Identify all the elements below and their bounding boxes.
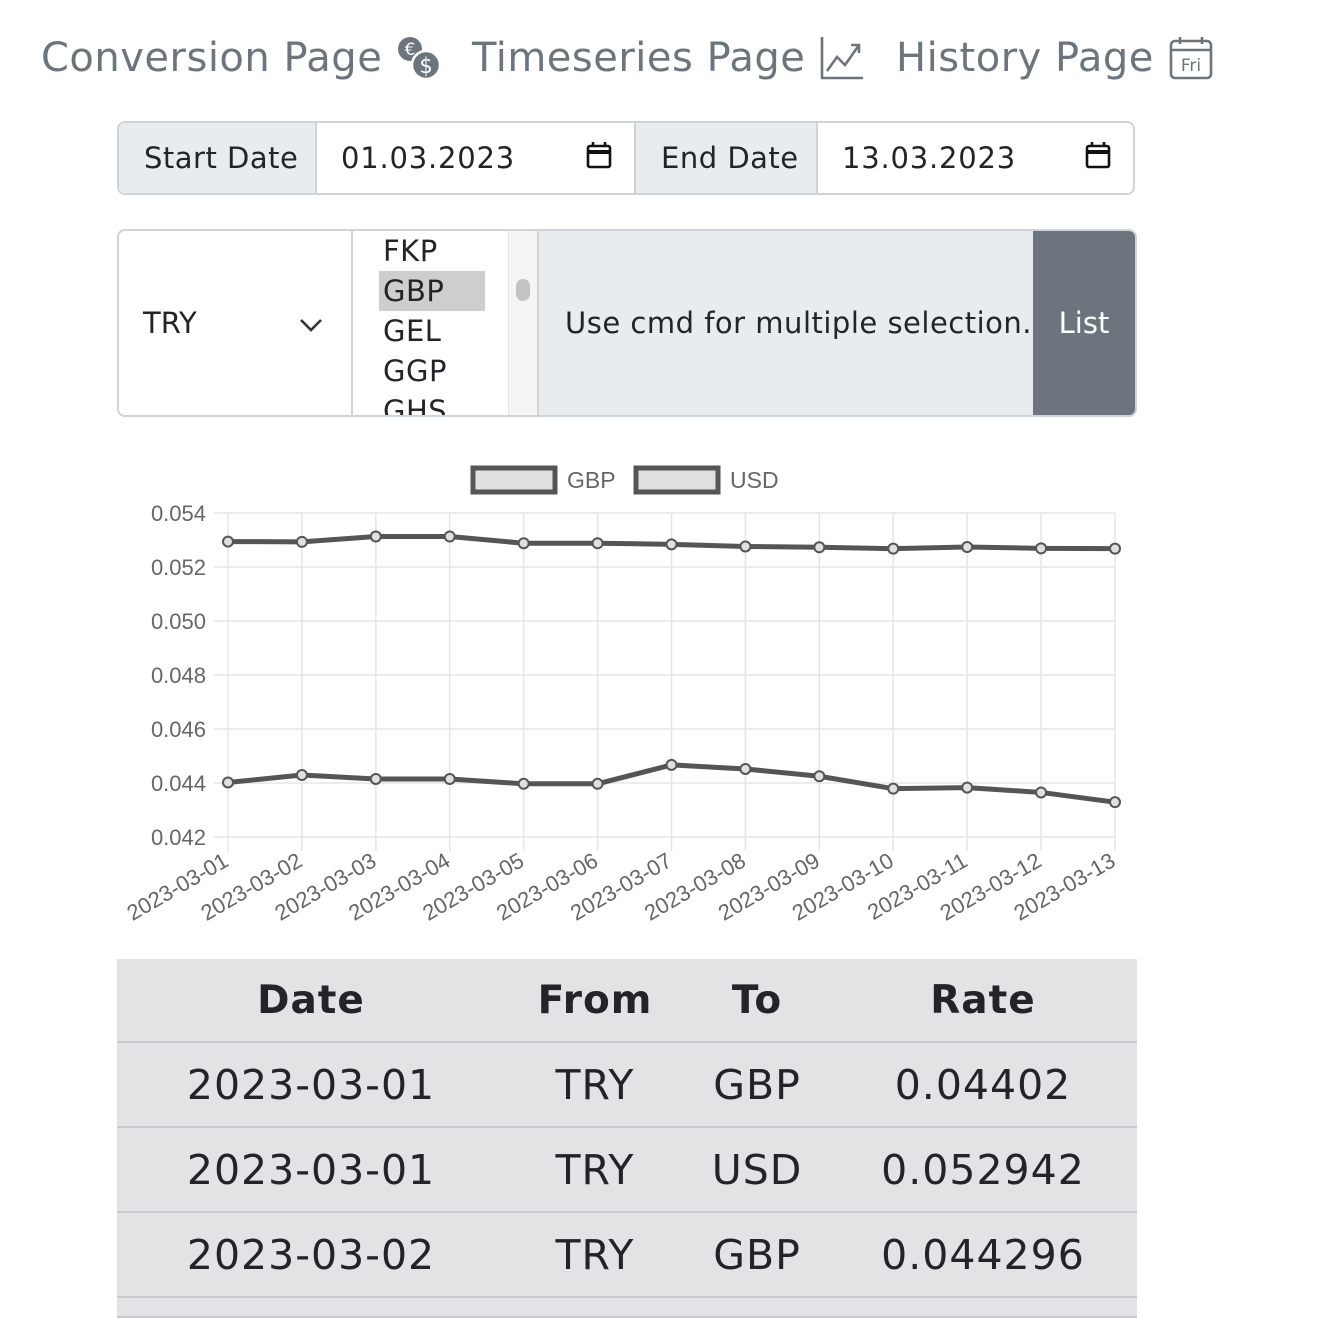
end-date-input[interactable]: 13.03.2023 <box>818 123 1133 193</box>
timeseries-chart: 0.0540.0520.0500.0480.0460.0440.0422023-… <box>123 465 1121 926</box>
cell-from: TRY <box>555 1145 635 1194</box>
table-row: 2023-03-01 TRY GBP 0.04402 <box>117 1043 1137 1128</box>
y-tick-label: 0.042 <box>151 825 206 850</box>
graph-up-icon <box>819 35 865 81</box>
chevron-down-icon <box>299 306 323 340</box>
currency-option[interactable]: GEL <box>379 311 485 351</box>
cell-to: USD <box>711 1145 803 1194</box>
nav-history-label: History Page <box>896 35 1154 81</box>
data-point-gbp <box>961 781 974 794</box>
data-point-gbp <box>665 758 678 771</box>
data-point-gbp <box>295 769 308 782</box>
multiselect-hint: Use cmd for multiple selection. <box>539 231 1033 415</box>
date-range-group: Start Date 01.03.2023 End Date 13.03.202… <box>117 121 1135 195</box>
y-tick-label: 0.054 <box>151 501 206 526</box>
nav-timeseries-label: Timeseries Page <box>472 35 806 81</box>
legend-swatch-usd <box>633 465 721 495</box>
calendar-icon[interactable] <box>586 141 612 176</box>
data-point-gbp <box>591 777 604 790</box>
data-point-gbp <box>1109 796 1121 809</box>
nav-conversion-label: Conversion Page <box>41 35 383 81</box>
scrollbar-thumb[interactable] <box>516 279 530 301</box>
y-tick-label: 0.052 <box>151 555 206 580</box>
table-row-partial <box>117 1298 1137 1318</box>
start-date-label: Start Date <box>119 123 317 193</box>
data-point-usd <box>222 535 234 548</box>
currency-option[interactable]: GGP <box>379 351 485 391</box>
header-from: From <box>537 977 653 1023</box>
calendar-week-icon: Fri <box>1168 35 1214 81</box>
end-date-label: End Date <box>636 123 818 193</box>
data-point-usd <box>1109 542 1121 555</box>
header-rate: Rate <box>930 977 1036 1023</box>
data-point-usd <box>961 541 974 554</box>
nav-conversion-page[interactable]: Conversion Page € $ <box>41 30 442 86</box>
currency-selection-group: TRY FKP GBP GEL GGP GHS Use cmd for mult… <box>117 229 1137 417</box>
y-tick-label: 0.050 <box>151 609 206 634</box>
data-point-usd <box>813 541 826 554</box>
legend-label-gbp: GBP <box>567 467 616 493</box>
start-date-value: 01.03.2023 <box>341 141 516 175</box>
currency-exchange-icon: € $ <box>396 35 442 81</box>
data-point-usd <box>517 537 530 550</box>
currency-option[interactable]: FKP <box>379 231 485 271</box>
cell-rate: 0.04402 <box>894 1060 1072 1109</box>
calendar-day-text: Fri <box>1181 56 1201 76</box>
data-point-gbp <box>739 762 752 775</box>
data-point-usd <box>665 538 678 551</box>
y-tick-label: 0.048 <box>151 663 206 688</box>
base-currency-value: TRY <box>143 306 197 340</box>
header-date: Date <box>257 977 365 1023</box>
cell-from: TRY <box>555 1060 635 1109</box>
cell-to: GBP <box>713 1060 801 1109</box>
data-point-gbp <box>517 777 530 790</box>
table-row: 2023-03-01 TRY USD 0.052942 <box>117 1128 1137 1213</box>
target-currency-multiselect[interactable]: FKP GBP GEL GGP GHS <box>353 231 539 415</box>
currency-option[interactable]: GHS <box>379 391 485 415</box>
header-to: To <box>731 977 783 1023</box>
base-currency-select[interactable]: TRY <box>119 231 353 415</box>
y-tick-label: 0.046 <box>151 717 206 742</box>
cell-date: 2023-03-01 <box>186 1060 436 1109</box>
data-point-usd <box>369 530 382 543</box>
list-button[interactable]: List <box>1033 231 1135 415</box>
currency-option-selected[interactable]: GBP <box>379 271 485 311</box>
cell-rate: 0.052942 <box>881 1145 1085 1194</box>
data-point-usd <box>1035 542 1048 555</box>
y-tick-label: 0.044 <box>151 771 206 796</box>
nav-timeseries-page[interactable]: Timeseries Page <box>472 30 865 86</box>
end-date-value: 13.03.2023 <box>842 141 1017 175</box>
legend-swatch-gbp <box>470 465 558 495</box>
legend-label-usd: USD <box>730 467 779 493</box>
data-point-usd <box>295 535 308 548</box>
data-point-usd <box>443 530 456 543</box>
cell-to: GBP <box>713 1230 801 1279</box>
data-point-gbp <box>813 770 826 783</box>
rates-table: Date From To Rate 2023-03-01 TRY GBP 0.0… <box>117 959 1137 1318</box>
data-point-gbp <box>443 772 456 785</box>
start-date-input[interactable]: 01.03.2023 <box>317 123 636 193</box>
data-point-gbp <box>369 772 382 785</box>
svg-text:$: $ <box>420 54 433 78</box>
data-point-usd <box>887 542 900 555</box>
data-point-usd <box>739 540 752 553</box>
calendar-icon[interactable] <box>1085 141 1111 176</box>
data-point-gbp <box>887 782 900 795</box>
data-point-gbp <box>222 776 234 789</box>
cell-date: 2023-03-01 <box>186 1145 436 1194</box>
nav-history-page[interactable]: History Page Fri <box>896 30 1214 86</box>
data-point-gbp <box>1035 786 1048 799</box>
table-row: 2023-03-02 TRY GBP 0.044296 <box>117 1213 1137 1298</box>
data-point-usd <box>591 537 604 550</box>
cell-date: 2023-03-02 <box>186 1230 436 1279</box>
cell-rate: 0.044296 <box>881 1230 1085 1279</box>
cell-from: TRY <box>555 1230 635 1279</box>
multiselect-scrollbar[interactable] <box>508 231 537 415</box>
table-header-row: Date From To Rate <box>117 959 1137 1043</box>
